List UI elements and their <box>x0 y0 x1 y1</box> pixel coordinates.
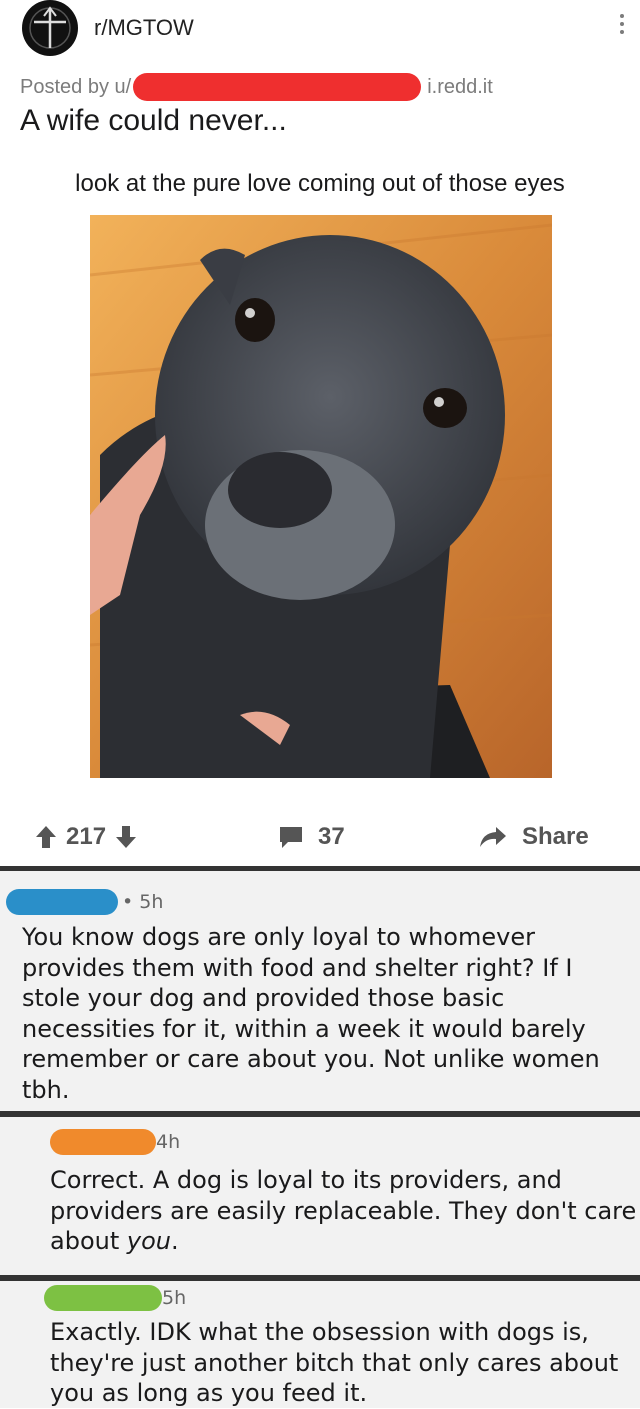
comment-age: 5h <box>162 1287 187 1309</box>
comment-age: • 5h <box>122 891 164 913</box>
subreddit-name[interactable]: r/MGTOW <box>94 15 194 41</box>
post-image[interactable] <box>90 215 552 778</box>
subreddit-avatar-icon[interactable] <box>22 0 78 56</box>
comment-count: 37 <box>318 823 345 850</box>
comment-2[interactable]: 4h Correct. A dog is loyal to its provid… <box>0 1117 640 1275</box>
comment-3[interactable]: 5h Exactly. IDK what the obsession with … <box>0 1281 640 1408</box>
post-action-bar: 217 37 Share <box>0 815 640 861</box>
comment-body: Exactly. IDK what the obsession with dog… <box>50 1318 619 1407</box>
comment-body: Correct. A dog is loyal to its providers… <box>50 1165 636 1257</box>
comment-body: You know dogs are only loyal to whomever… <box>22 923 600 1104</box>
post-card: r/MGTOW Posted by u/ i.redd.it A wife co… <box>0 0 640 866</box>
post-title[interactable]: A wife could never... <box>20 104 287 138</box>
posted-by-label: Posted by u/ <box>20 75 132 98</box>
upvote-count: 217 <box>66 823 107 850</box>
share-button[interactable]: Share <box>478 823 597 851</box>
redacted-username <box>133 73 422 101</box>
share-label: Share <box>522 823 589 850</box>
image-caption: look at the pure love coming out of thos… <box>75 170 565 197</box>
upvote-arrow-icon[interactable] <box>34 824 58 850</box>
comment-body-tail: . <box>170 1227 179 1255</box>
comment-bubble-icon <box>280 827 302 848</box>
comment-body-emphasis: you <box>126 1227 171 1255</box>
comment-age: 4h <box>156 1131 181 1153</box>
redacted-username <box>6 889 118 915</box>
vote-controls: 217 <box>34 823 138 851</box>
redacted-username <box>50 1129 156 1155</box>
comment-meta: 4h <box>50 1129 180 1155</box>
kebab-menu-icon[interactable] <box>618 14 626 34</box>
downvote-arrow-icon[interactable] <box>114 824 138 850</box>
comment-meta: 5h <box>44 1285 186 1311</box>
posted-by-line: Posted by u/ i.redd.it <box>20 72 493 102</box>
comment-1[interactable]: • 5h You know dogs are only loyal to who… <box>0 871 640 1111</box>
redacted-username <box>44 1285 162 1311</box>
post-domain[interactable]: i.redd.it <box>427 76 493 99</box>
comments-button[interactable]: 37 <box>278 823 353 851</box>
subreddit-header[interactable]: r/MGTOW <box>22 0 194 56</box>
comment-meta: • 5h <box>6 889 163 915</box>
share-arrow-icon <box>480 827 506 847</box>
